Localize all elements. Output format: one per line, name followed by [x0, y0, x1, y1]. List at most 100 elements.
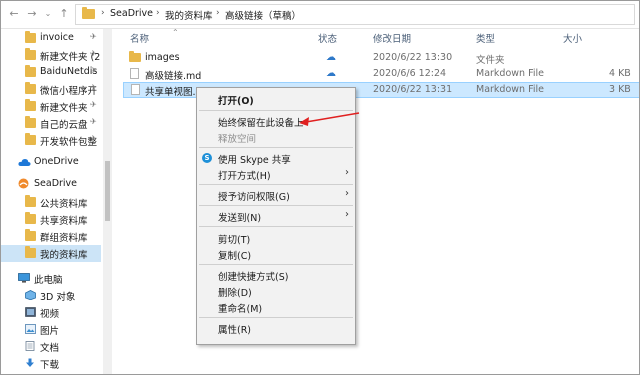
sidebar-item-public-library[interactable]: 公共资料库 [1, 194, 101, 211]
sidebar-item-label: 自己的云盘 [40, 120, 88, 131]
menu-item-skype-share[interactable]: S 使用 Skype 共享 [197, 151, 355, 166]
menu-item-rename[interactable]: 重命名(M) [197, 300, 355, 315]
menu-item-open[interactable]: 打开(O) [197, 92, 355, 107]
menu-item-label: 发送到(N) [218, 213, 262, 224]
breadcrumb-seadrive[interactable]: SeaDrive [110, 8, 153, 19]
column-header-type[interactable]: 类型 [476, 31, 495, 45]
file-modified: 2020/6/22 13:30 [373, 52, 453, 63]
menu-item-open-with[interactable]: 打开方式(H) › [197, 167, 355, 182]
column-header-status[interactable]: 状态 [318, 31, 337, 45]
menu-item-send-to[interactable]: 发送到(N) › [197, 209, 355, 224]
file-row-advanced-links[interactable]: 高级链接.md ☁ 2020/6/6 12:24 Markdown File 4… [123, 66, 639, 82]
up-arrow-icon[interactable]: ↑ [57, 7, 71, 21]
sidebar-item-label: 共享资料库 [40, 216, 88, 227]
menu-item-properties[interactable]: 属性(R) [197, 321, 355, 336]
breadcrumb-separator-icon[interactable]: › [216, 8, 220, 18]
submenu-arrow-icon: › [345, 209, 349, 220]
menu-item-label: 删除(D) [218, 288, 252, 299]
video-icon [25, 307, 36, 317]
file-type: 文件夹 [476, 55, 505, 66]
pictures-icon [25, 324, 36, 334]
sidebar-item-label: OneDrive [34, 156, 79, 167]
sidebar-item-new-folder-2[interactable]: 新建文件夹 (2 ✈ [1, 47, 101, 64]
sidebar-item-this-pc[interactable]: 此电脑 [1, 270, 101, 287]
back-arrow-icon[interactable]: ← [7, 7, 21, 21]
sidebar-item-label: BaiduNetdis [40, 66, 98, 77]
menu-item-label: 授予访问权限(G) [218, 192, 290, 203]
sidebar-item-downloads[interactable]: 下载 [1, 355, 101, 372]
menu-item-delete[interactable]: 删除(D) [197, 284, 355, 299]
sidebar-item-invoice[interactable]: invoice ✈ [1, 30, 101, 47]
sidebar-item-documents[interactable]: 文档 [1, 338, 101, 355]
sidebar-item-baidunetdisk[interactable]: BaiduNetdis ✈ [1, 64, 101, 81]
documents-icon [25, 341, 35, 351]
forward-arrow-icon[interactable]: → [25, 7, 39, 21]
menu-item-keep-on-device[interactable]: 始终保留在此设备上 [197, 114, 355, 129]
sidebar-item-3d-objects[interactable]: 3D 对象 [1, 287, 101, 304]
sidebar-item-videos[interactable]: 视频 [1, 304, 101, 321]
menu-item-grant-access[interactable]: 授予访问权限(G) › [197, 188, 355, 203]
computer-icon [18, 273, 30, 283]
menu-item-label: 打开(O) [218, 96, 254, 107]
breadcrumb-current-folder[interactable]: 高级链接（草稿） [225, 8, 301, 22]
menu-separator [199, 205, 353, 206]
sidebar-item-label: invoice [40, 32, 74, 43]
column-header-name[interactable]: 名称 [130, 31, 149, 45]
pin-icon: ✈ [90, 134, 97, 143]
sidebar-item-label: 下载 [40, 360, 60, 371]
menu-item-cut[interactable]: 剪切(T) [197, 231, 355, 246]
folder-icon [25, 116, 36, 128]
cube-icon [25, 290, 36, 300]
menu-item-create-shortcut[interactable]: 创建快捷方式(S) [197, 268, 355, 283]
menu-item-free-space[interactable]: 释放空间 [197, 130, 355, 145]
pin-icon: ✈ [90, 49, 97, 58]
sidebar-item-wechat-miniprogram[interactable]: 微信小程序开 ✈ [1, 81, 101, 98]
pin-icon: ✈ [90, 66, 97, 75]
folder-icon [25, 212, 36, 224]
sort-chevron-icon: ⌃ [172, 28, 179, 37]
menu-item-copy[interactable]: 复制(C) [197, 247, 355, 262]
folder-icon [25, 48, 36, 60]
breadcrumb-separator-icon[interactable]: › [101, 8, 105, 18]
submenu-arrow-icon: › [345, 188, 349, 199]
file-size: 3 KB [609, 84, 631, 95]
sidebar-item-pictures[interactable]: 图片 [1, 321, 101, 338]
folder-icon [25, 246, 36, 258]
sidebar-scrollbar-thumb[interactable] [105, 161, 110, 221]
sidebar-item-own-cloud[interactable]: 自己的云盘 ✈ [1, 115, 101, 132]
file-type: Markdown File [476, 84, 544, 95]
sidebar-item-label: 微信小程序开 [40, 86, 98, 97]
breadcrumb-separator-icon[interactable]: › [156, 8, 160, 18]
pin-icon: ✈ [90, 117, 97, 126]
sidebar-item-my-library[interactable]: 我的资料库 [1, 245, 101, 262]
sidebar-item-label: 新建文件夹 [40, 103, 88, 114]
folder-icon [25, 229, 36, 241]
sidebar-item-onedrive[interactable]: OneDrive [1, 154, 101, 171]
file-name: images [145, 52, 180, 63]
download-arrow-icon [26, 358, 34, 367]
address-box[interactable]: › SeaDrive › 我的资料库 › 高级链接（草稿） [75, 4, 635, 25]
recent-dropdown-icon[interactable]: ⌄ [41, 7, 55, 21]
file-name: 高级链接.md [145, 71, 202, 82]
sidebar-item-label: 群组资料库 [40, 233, 88, 244]
sidebar-item-group-library[interactable]: 群组资料库 [1, 228, 101, 245]
cloud-status-icon: ☁ [326, 52, 336, 63]
folder-icon [25, 82, 36, 94]
submenu-arrow-icon: › [345, 167, 349, 178]
pin-icon: ✈ [90, 100, 97, 109]
onedrive-cloud-icon [18, 159, 31, 166]
menu-separator [199, 147, 353, 148]
pin-icon: ✈ [90, 32, 97, 41]
folder-icon [25, 31, 36, 43]
file-modified: 2020/6/6 12:24 [373, 68, 447, 79]
breadcrumb-my-library[interactable]: 我的资料库 [165, 8, 213, 22]
sidebar-item-new-folder[interactable]: 新建文件夹 ✈ [1, 98, 101, 115]
column-header-size[interactable]: 大小 [563, 31, 582, 45]
file-row-images[interactable]: images ☁ 2020/6/22 13:30 文件夹 [123, 50, 639, 66]
sidebar-item-dev-packages[interactable]: 开发软件包整 ✈ [1, 132, 101, 149]
sidebar-item-seadrive[interactable]: SeaDrive [1, 176, 101, 193]
sidebar-item-shared-library[interactable]: 共享资料库 [1, 211, 101, 228]
column-header-modified[interactable]: 修改日期 [373, 31, 411, 45]
file-modified: 2020/6/22 13:31 [373, 84, 453, 95]
menu-separator [199, 110, 353, 111]
